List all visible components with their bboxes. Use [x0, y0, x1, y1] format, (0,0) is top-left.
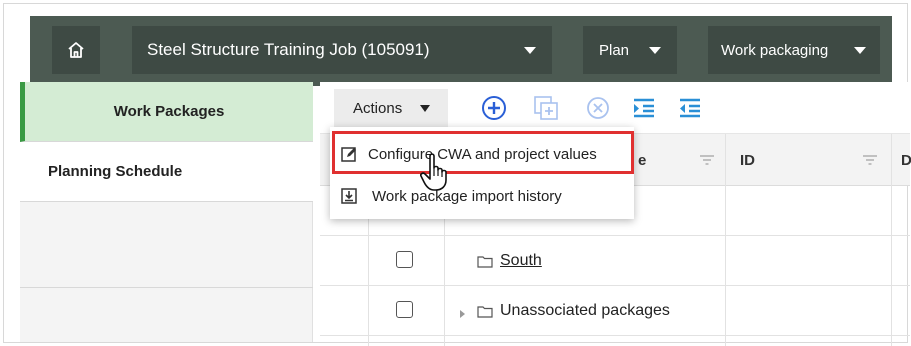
- table-row[interactable]: Unassociated packages: [320, 286, 910, 336]
- row-name-cell[interactable]: South: [477, 236, 542, 286]
- top-bar: Steel Structure Training Job (105091) Pl…: [30, 16, 892, 86]
- expand-arrow-icon[interactable]: [460, 310, 465, 318]
- column-header-description: D: [901, 151, 911, 169]
- import-history-icon: [341, 188, 357, 204]
- actions-button-label: Actions: [353, 99, 403, 117]
- menu-item-label: Work package import history: [372, 187, 562, 205]
- plan-menu-label: Plan: [599, 41, 630, 59]
- nav-item-planning-schedule[interactable]: Planning Schedule: [20, 142, 313, 202]
- left-nav: Work Packages Planning Schedule: [20, 82, 313, 342]
- hand-cursor-icon: [420, 153, 447, 191]
- edit-icon: [341, 147, 356, 162]
- outdent-icon[interactable]: [676, 94, 704, 122]
- menu-item-import-history[interactable]: Work package import history: [330, 173, 634, 219]
- column-header-name: e: [638, 151, 647, 169]
- folder-icon: [477, 305, 493, 318]
- menu-item-configure-cwa[interactable]: Configure CWA and project values: [330, 131, 634, 177]
- nav-divider: [20, 287, 313, 288]
- caret-down-icon: [420, 105, 430, 112]
- nav-item-label: Planning Schedule: [48, 163, 183, 180]
- home-icon: [68, 42, 84, 58]
- home-button[interactable]: [52, 26, 100, 74]
- work-packaging-menu[interactable]: Work packaging: [708, 26, 880, 74]
- remove-circle-icon[interactable]: [584, 94, 612, 122]
- folder-icon: [477, 255, 493, 268]
- actions-dropdown-menu: Configure CWA and project values Work pa…: [330, 127, 634, 219]
- add-child-icon[interactable]: [532, 94, 560, 122]
- row-name-label: Unassociated packages: [500, 302, 670, 319]
- job-selector-label: Steel Structure Training Job (105091): [147, 40, 430, 59]
- actions-button[interactable]: Actions: [334, 89, 448, 127]
- nav-item-label: Work Packages: [113, 103, 225, 120]
- plan-menu[interactable]: Plan: [583, 26, 677, 74]
- work-packaging-menu-label: Work packaging: [721, 41, 829, 59]
- filter-icon[interactable]: [700, 155, 714, 165]
- job-selector[interactable]: Steel Structure Training Job (105091): [132, 26, 552, 74]
- row-checkbox[interactable]: [396, 301, 413, 318]
- filter-icon[interactable]: [863, 155, 877, 165]
- chevron-down-icon: [649, 47, 661, 54]
- chevron-down-icon: [854, 47, 866, 54]
- row-checkbox[interactable]: [396, 251, 413, 268]
- row-name-cell[interactable]: Unassociated packages: [460, 286, 670, 336]
- table-row[interactable]: South: [320, 236, 910, 286]
- column-header-id: ID: [740, 151, 755, 169]
- chevron-down-icon: [524, 47, 536, 54]
- nav-item-work-packages[interactable]: Work Packages: [20, 82, 313, 142]
- indent-icon[interactable]: [630, 94, 658, 122]
- row-name-link[interactable]: South: [500, 252, 542, 270]
- menu-item-label: Configure CWA and project values: [368, 145, 597, 163]
- add-circle-icon[interactable]: [480, 94, 508, 122]
